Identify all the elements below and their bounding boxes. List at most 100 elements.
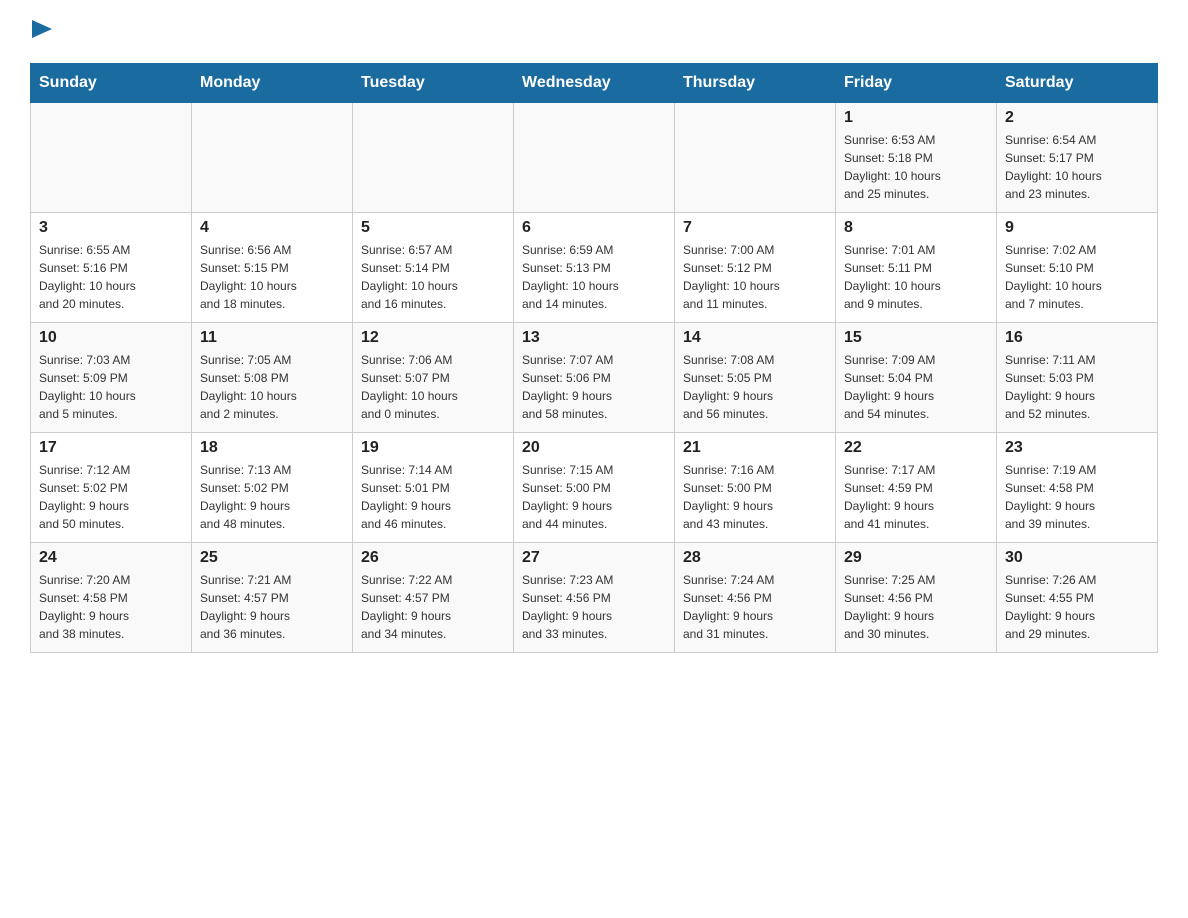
table-row: 28 Sunrise: 7:24 AM Sunset: 4:56 PM Dayli…: [675, 543, 836, 653]
day-number: 14: [683, 329, 827, 347]
calendar-week-row: 1Sunrise: 6:53 AM Sunset: 5:18 PM Daylig…: [31, 103, 1158, 213]
table-row: 19 Sunrise: 7:14 AM Sunset: 5:01 PM Dayli…: [353, 433, 514, 543]
table-row: 30 Sunrise: 7:26 AM Sunset: 4:55 PM Dayli…: [997, 543, 1158, 653]
table-row: 6 Sunrise: 6:59 AM Sunset: 5:13 PM Daylig…: [514, 213, 675, 323]
day-number: 19: [361, 439, 505, 457]
table-row: 11 Sunrise: 7:05 AM Sunset: 5:08 PM Dayli…: [192, 323, 353, 433]
table-row: [31, 103, 192, 213]
day-number: 15: [844, 329, 988, 347]
table-row: 10Sunrise: 7:03 AM Sunset: 5:09 PM Dayli…: [31, 323, 192, 433]
day-info: Sunrise: 7:19 AM Sunset: 4:58 PM Dayligh…: [1005, 461, 1149, 533]
day-info: Sunrise: 7:02 AM Sunset: 5:10 PM Dayligh…: [1005, 241, 1149, 313]
calendar-week-row: 24Sunrise: 7:20 AM Sunset: 4:58 PM Dayli…: [31, 543, 1158, 653]
day-number: 29: [844, 549, 988, 567]
day-info: Sunrise: 6:55 AM Sunset: 5:16 PM Dayligh…: [39, 241, 183, 313]
day-number: 28: [683, 549, 827, 567]
table-row: 5 Sunrise: 6:57 AM Sunset: 5:14 PM Daylig…: [353, 213, 514, 323]
day-info: Sunrise: 7:08 AM Sunset: 5:05 PM Dayligh…: [683, 351, 827, 423]
col-sunday: Sunday: [31, 64, 192, 103]
day-info: Sunrise: 7:15 AM Sunset: 5:00 PM Dayligh…: [522, 461, 666, 533]
day-number: 3: [39, 219, 183, 237]
col-tuesday: Tuesday: [353, 64, 514, 103]
table-row: 7 Sunrise: 7:00 AM Sunset: 5:12 PM Daylig…: [675, 213, 836, 323]
day-info: Sunrise: 7:17 AM Sunset: 4:59 PM Dayligh…: [844, 461, 988, 533]
day-number: 21: [683, 439, 827, 457]
table-row: 27 Sunrise: 7:23 AM Sunset: 4:56 PM Dayli…: [514, 543, 675, 653]
day-number: 16: [1005, 329, 1149, 347]
day-info: Sunrise: 6:53 AM Sunset: 5:18 PM Dayligh…: [844, 131, 988, 203]
day-info: Sunrise: 7:13 AM Sunset: 5:02 PM Dayligh…: [200, 461, 344, 533]
day-info: Sunrise: 7:25 AM Sunset: 4:56 PM Dayligh…: [844, 571, 988, 643]
day-info: Sunrise: 6:57 AM Sunset: 5:14 PM Dayligh…: [361, 241, 505, 313]
table-row: [192, 103, 353, 213]
day-number: 25: [200, 549, 344, 567]
day-info: Sunrise: 7:14 AM Sunset: 5:01 PM Dayligh…: [361, 461, 505, 533]
table-row: 17 Sunrise: 7:12 AM Sunset: 5:02 PM Dayli…: [31, 433, 192, 543]
table-row: [675, 103, 836, 213]
table-row: 14 Sunrise: 7:08 AM Sunset: 5:05 PM Dayli…: [675, 323, 836, 433]
calendar-week-row: 10Sunrise: 7:03 AM Sunset: 5:09 PM Dayli…: [31, 323, 1158, 433]
table-row: 12 Sunrise: 7:06 AM Sunset: 5:07 PM Dayli…: [353, 323, 514, 433]
table-row: [514, 103, 675, 213]
day-number: 5: [361, 219, 505, 237]
day-number: 18: [200, 439, 344, 457]
day-info: Sunrise: 6:59 AM Sunset: 5:13 PM Dayligh…: [522, 241, 666, 313]
day-number: 26: [361, 549, 505, 567]
day-info: Sunrise: 7:07 AM Sunset: 5:06 PM Dayligh…: [522, 351, 666, 423]
col-thursday: Thursday: [675, 64, 836, 103]
day-number: 2: [1005, 109, 1149, 127]
table-row: 24Sunrise: 7:20 AM Sunset: 4:58 PM Dayli…: [31, 543, 192, 653]
day-info: Sunrise: 6:56 AM Sunset: 5:15 PM Dayligh…: [200, 241, 344, 313]
day-number: 27: [522, 549, 666, 567]
day-number: 8: [844, 219, 988, 237]
day-number: 7: [683, 219, 827, 237]
logo: [30, 20, 52, 43]
table-row: 8 Sunrise: 7:01 AM Sunset: 5:11 PM Daylig…: [836, 213, 997, 323]
table-row: 4 Sunrise: 6:56 AM Sunset: 5:15 PM Daylig…: [192, 213, 353, 323]
table-row: 22 Sunrise: 7:17 AM Sunset: 4:59 PM Dayli…: [836, 433, 997, 543]
calendar-header-row: Sunday Monday Tuesday Wednesday Thursday…: [31, 64, 1158, 103]
calendar-week-row: 3 Sunrise: 6:55 AM Sunset: 5:16 PM Daylig…: [31, 213, 1158, 323]
table-row: 25 Sunrise: 7:21 AM Sunset: 4:57 PM Dayli…: [192, 543, 353, 653]
day-number: 6: [522, 219, 666, 237]
logo-arrow-icon: [32, 20, 52, 38]
day-number: 30: [1005, 549, 1149, 567]
day-number: 22: [844, 439, 988, 457]
day-info: Sunrise: 7:20 AM Sunset: 4:58 PM Dayligh…: [39, 571, 183, 643]
table-row: 20 Sunrise: 7:15 AM Sunset: 5:00 PM Dayli…: [514, 433, 675, 543]
col-saturday: Saturday: [997, 64, 1158, 103]
day-info: Sunrise: 7:00 AM Sunset: 5:12 PM Dayligh…: [683, 241, 827, 313]
day-info: Sunrise: 7:24 AM Sunset: 4:56 PM Dayligh…: [683, 571, 827, 643]
table-row: 1Sunrise: 6:53 AM Sunset: 5:18 PM Daylig…: [836, 103, 997, 213]
calendar-week-row: 17 Sunrise: 7:12 AM Sunset: 5:02 PM Dayli…: [31, 433, 1158, 543]
day-info: Sunrise: 7:26 AM Sunset: 4:55 PM Dayligh…: [1005, 571, 1149, 643]
table-row: 26 Sunrise: 7:22 AM Sunset: 4:57 PM Dayli…: [353, 543, 514, 653]
table-row: 21Sunrise: 7:16 AM Sunset: 5:00 PM Dayli…: [675, 433, 836, 543]
day-number: 13: [522, 329, 666, 347]
day-info: Sunrise: 7:22 AM Sunset: 4:57 PM Dayligh…: [361, 571, 505, 643]
day-number: 23: [1005, 439, 1149, 457]
calendar-body: 1Sunrise: 6:53 AM Sunset: 5:18 PM Daylig…: [31, 103, 1158, 653]
day-number: 17: [39, 439, 183, 457]
day-number: 10: [39, 329, 183, 347]
day-info: Sunrise: 7:23 AM Sunset: 4:56 PM Dayligh…: [522, 571, 666, 643]
day-number: 11: [200, 329, 344, 347]
day-info: Sunrise: 7:21 AM Sunset: 4:57 PM Dayligh…: [200, 571, 344, 643]
table-row: 16 Sunrise: 7:11 AM Sunset: 5:03 PM Dayli…: [997, 323, 1158, 433]
day-info: Sunrise: 7:12 AM Sunset: 5:02 PM Dayligh…: [39, 461, 183, 533]
table-row: 18 Sunrise: 7:13 AM Sunset: 5:02 PM Dayli…: [192, 433, 353, 543]
table-row: 9Sunrise: 7:02 AM Sunset: 5:10 PM Daylig…: [997, 213, 1158, 323]
table-row: 13 Sunrise: 7:07 AM Sunset: 5:06 PM Dayli…: [514, 323, 675, 433]
day-info: Sunrise: 7:06 AM Sunset: 5:07 PM Dayligh…: [361, 351, 505, 423]
col-monday: Monday: [192, 64, 353, 103]
day-info: Sunrise: 7:05 AM Sunset: 5:08 PM Dayligh…: [200, 351, 344, 423]
day-info: Sunrise: 7:11 AM Sunset: 5:03 PM Dayligh…: [1005, 351, 1149, 423]
day-number: 12: [361, 329, 505, 347]
day-info: Sunrise: 6:54 AM Sunset: 5:17 PM Dayligh…: [1005, 131, 1149, 203]
day-number: 4: [200, 219, 344, 237]
day-info: Sunrise: 7:01 AM Sunset: 5:11 PM Dayligh…: [844, 241, 988, 313]
day-number: 20: [522, 439, 666, 457]
table-row: [353, 103, 514, 213]
table-row: 29 Sunrise: 7:25 AM Sunset: 4:56 PM Dayli…: [836, 543, 997, 653]
table-row: 23 Sunrise: 7:19 AM Sunset: 4:58 PM Dayli…: [997, 433, 1158, 543]
